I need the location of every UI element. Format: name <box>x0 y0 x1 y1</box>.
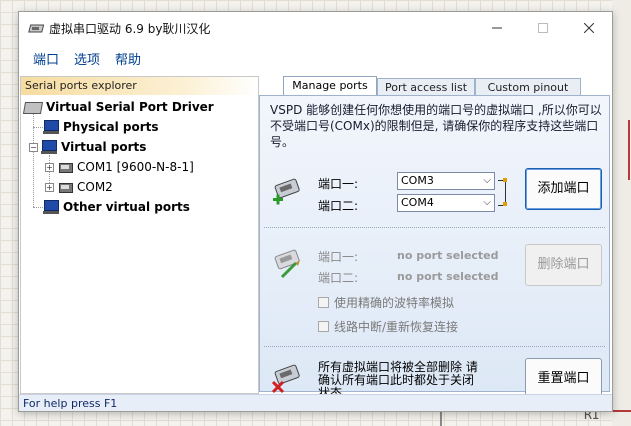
checkbox-label: 使用精确的波特率模拟 <box>334 296 455 310</box>
delete-port-icon <box>274 249 300 279</box>
background-strip <box>612 0 631 426</box>
explorer-header: Serial ports explorer <box>21 77 258 95</box>
tree-item-com2[interactable]: + COM2 <box>45 178 113 196</box>
del-port2-value: no port selected <box>397 270 499 283</box>
del-port1-value: no port selected <box>397 249 499 262</box>
tree-item-com1[interactable]: + COM1 [9600-N-8-1] <box>45 158 194 176</box>
status-bar: For help press F1 <box>19 394 612 411</box>
computer-icon <box>43 200 59 214</box>
expand-icon[interactable]: + <box>45 162 54 172</box>
section-divider <box>264 346 605 347</box>
collapse-icon[interactable]: − <box>29 142 38 152</box>
tree-root-label: Virtual Serial Port Driver <box>46 100 214 114</box>
maximize-button[interactable] <box>520 12 566 44</box>
port-icon <box>57 181 73 193</box>
tab-content: VSPD 能够创建任何你想使用的端口号的虚拟端口 ,所以你可以不受端口号(COM… <box>259 95 610 400</box>
tab-manage-ports[interactable]: Manage ports <box>283 76 377 97</box>
tree-item-label: Virtual ports <box>61 140 147 154</box>
tree-item-label: COM2 <box>77 180 113 194</box>
menu-bar: 端口 选项 帮助 <box>19 44 612 70</box>
port2-value: COM4 <box>401 196 434 209</box>
section-divider <box>264 227 605 228</box>
tree-item-physical[interactable]: Physical ports <box>43 118 159 136</box>
tree-item-label: COM1 [9600-N-8-1] <box>77 160 194 174</box>
description-text: VSPD 能够创建任何你想使用的端口号的虚拟端口 ,所以你可以不受端口号(COM… <box>270 103 602 149</box>
close-icon <box>584 23 594 33</box>
expand-icon[interactable]: + <box>45 182 54 192</box>
minimize-button[interactable] <box>474 12 520 44</box>
checkbox-label: 线路中断/重新恢复连接 <box>334 320 459 334</box>
tree-item-label: Other virtual ports <box>63 200 190 214</box>
del-port2-label: 端口二: <box>318 271 359 285</box>
menu-ports[interactable]: 端口 <box>33 49 59 68</box>
port-icon <box>57 161 73 173</box>
port1-label: 端口一: <box>318 177 359 191</box>
window-title: 虚拟串口驱动 6.9 by耿川汉化 <box>49 22 211 36</box>
add-port-button[interactable]: 添加端口 <box>525 168 602 210</box>
app-window: 虚拟串口驱动 6.9 by耿川汉化 端口 选项 帮助 Serial ports … <box>18 11 613 412</box>
tree-item-label: Physical ports <box>63 120 159 134</box>
reset-ports-icon <box>271 364 300 394</box>
title-bar[interactable]: 虚拟串口驱动 6.9 by耿川汉化 <box>19 12 612 44</box>
background-red-line <box>628 120 630 180</box>
port2-label: 端口二: <box>318 199 359 213</box>
del-port1-label: 端口一: <box>318 250 359 264</box>
computer-icon <box>41 140 57 154</box>
maximize-icon <box>538 23 548 33</box>
serial-port-icon <box>24 100 42 114</box>
checkbox-box <box>318 321 329 332</box>
chevron-down-icon: ⌵ <box>483 197 491 208</box>
menu-help[interactable]: 帮助 <box>115 49 141 68</box>
delete-port-button[interactable]: 删除端口 <box>525 244 602 286</box>
tree-root[interactable]: Virtual Serial Port Driver <box>24 98 214 116</box>
tree-line <box>33 127 43 128</box>
baud-rate-checkbox[interactable]: 使用精确的波特率模拟 <box>318 294 454 311</box>
tree-line <box>33 207 43 208</box>
bracket-dot <box>503 178 507 182</box>
minimize-icon <box>492 27 502 29</box>
port1-value: COM3 <box>401 174 434 187</box>
tab-port-access-list[interactable]: Port access list <box>377 78 475 96</box>
tree-item-other[interactable]: Other virtual ports <box>43 198 190 216</box>
bracket-dot <box>503 202 507 206</box>
app-icon <box>28 24 44 33</box>
close-button[interactable] <box>566 12 612 44</box>
checkbox-box <box>318 297 329 308</box>
port2-select[interactable]: COM4 ⌵ <box>397 194 495 212</box>
menu-options[interactable]: 选项 <box>74 49 100 68</box>
port1-select[interactable]: COM3 ⌵ <box>397 172 495 190</box>
computer-icon <box>43 120 59 134</box>
tab-custom-pinout[interactable]: Custom pinout <box>475 78 581 96</box>
tree-item-virtual[interactable]: − Virtual ports <box>29 138 146 156</box>
manage-panel: Manage ports Port access list Custom pin… <box>259 76 610 400</box>
add-port-icon <box>273 178 300 205</box>
ports-explorer: Serial ports explorer Virtual Serial Por… <box>20 76 259 394</box>
line-break-checkbox[interactable]: 线路中断/重新恢复连接 <box>318 318 458 335</box>
chevron-down-icon: ⌵ <box>483 175 491 186</box>
